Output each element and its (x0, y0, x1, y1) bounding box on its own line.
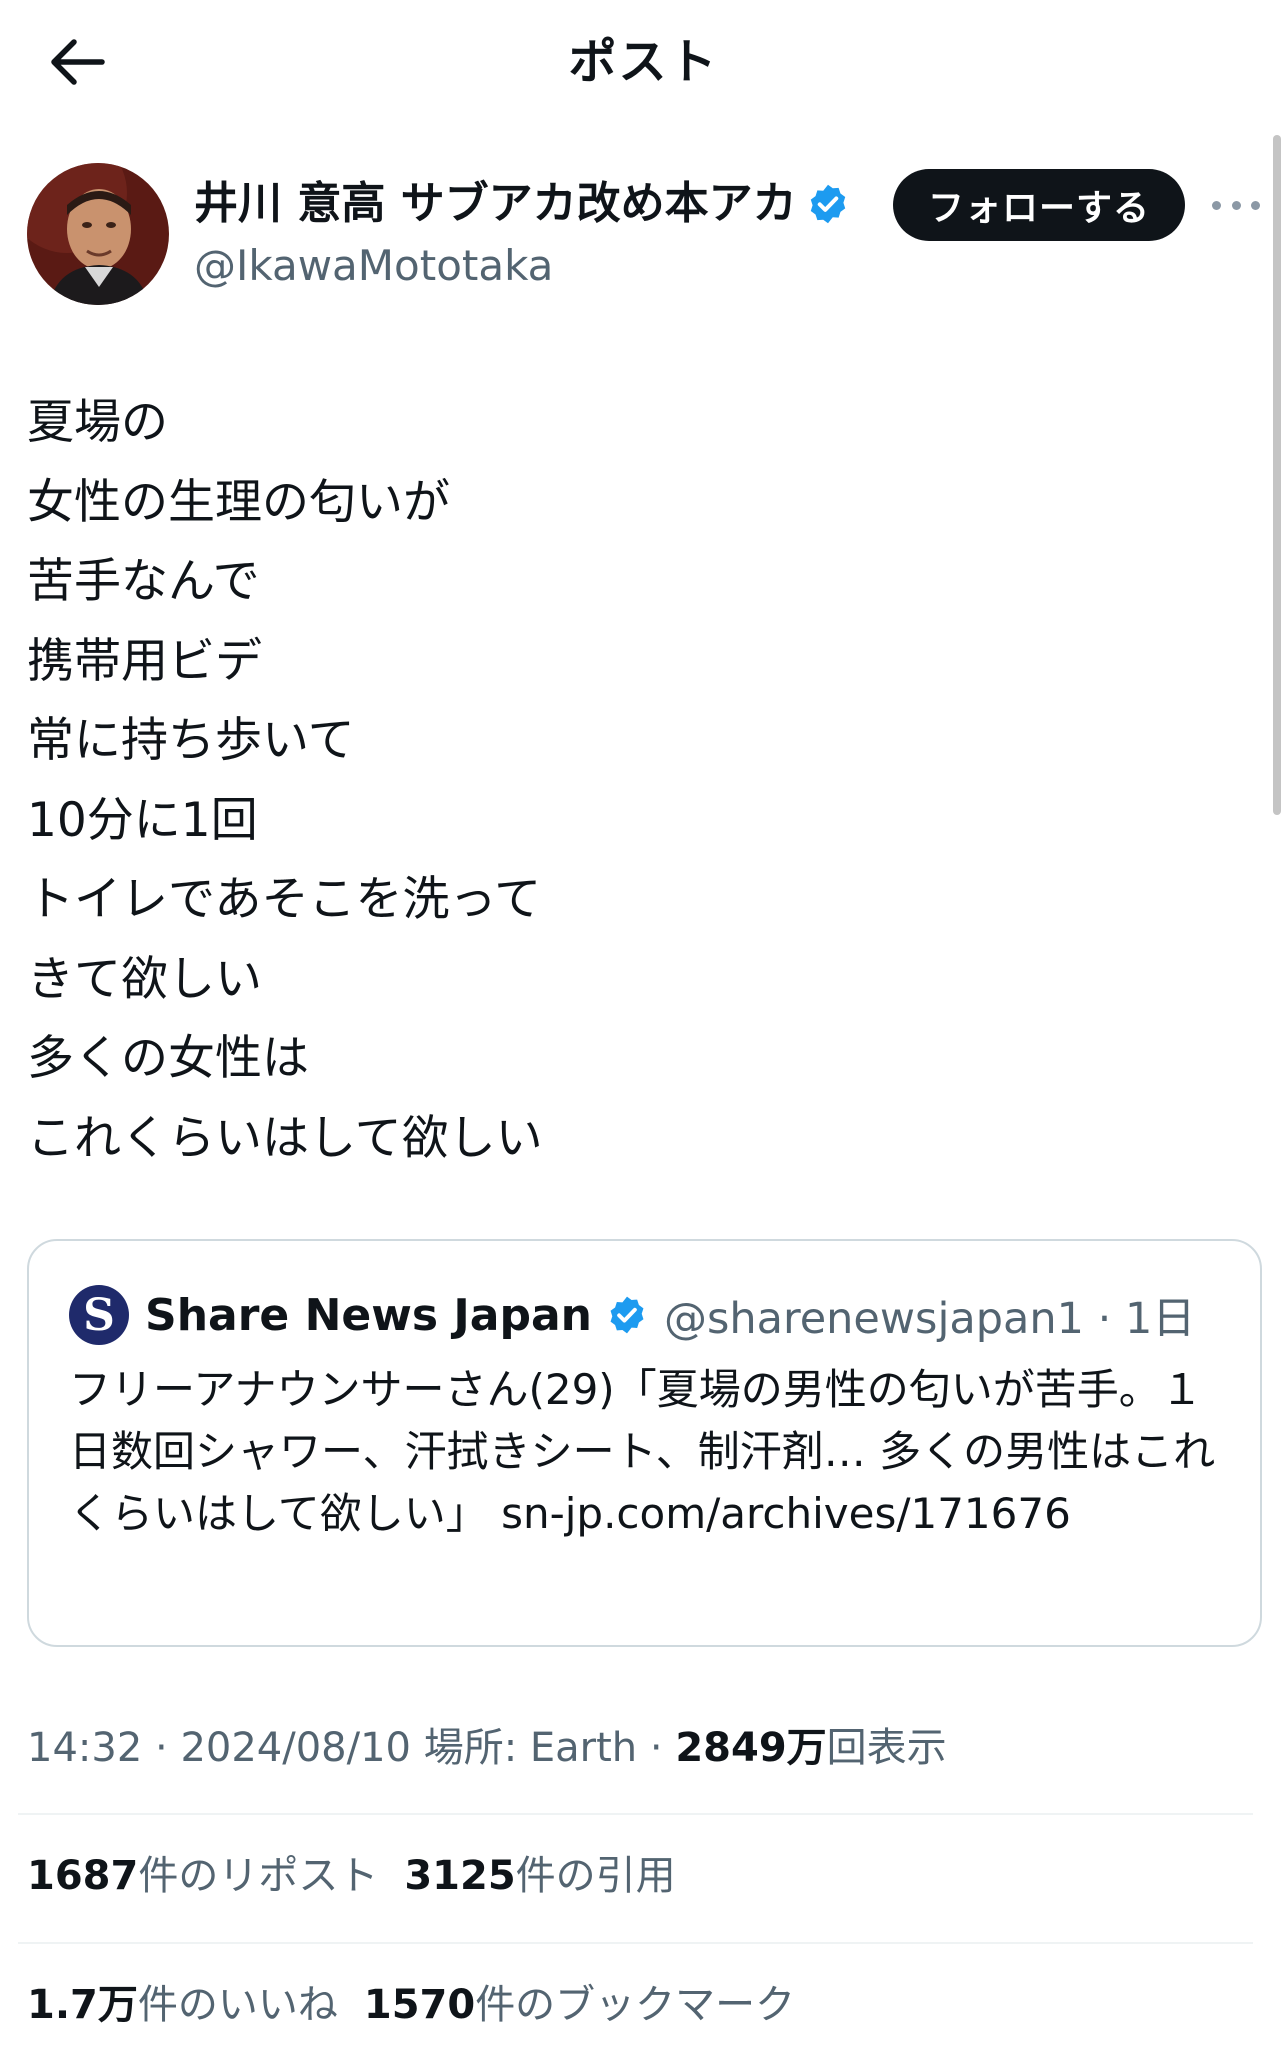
post-detail-page: ポスト 井川 意高 サブアカ改め本アカ @IkawaMototaka フォローす… (0, 0, 1287, 2071)
scrollbar-thumb[interactable] (1273, 135, 1281, 815)
post-text-line: 多くの女性は (27, 1031, 309, 1086)
divider (18, 1813, 1253, 1815)
post-text-line: 携帯用ビデ (27, 633, 262, 689)
post-text-line: 常に持ち歩いて (27, 713, 355, 768)
post-meta: 14:32 · 2024/08/10 場所: Earth · 2849万回表示 (27, 1718, 947, 1778)
quotes-count: 3125 (404, 1853, 516, 1899)
quoted-post-text: フリーアナウンサーさん(29)「夏場の男性の匂いが苦手。１日数回シャワー、汗拭き… (69, 1359, 1239, 1545)
views-label: 回表示 (826, 1725, 947, 1771)
post-text-line: これくらいはして欲しい (27, 1110, 543, 1166)
likes-stat[interactable]: 1.7万件のいいね (27, 1975, 338, 2035)
bookmarks-count: 1570 (363, 1982, 476, 2028)
post-text-line: 苦手なんで (27, 554, 260, 609)
likes-count: 1.7万 (27, 1982, 138, 2028)
meta-separator: · (155, 1725, 168, 1771)
author-handle[interactable]: @IkawaMototaka (194, 238, 553, 294)
author-name[interactable]: 井川 意高 サブアカ改め本アカ (194, 174, 797, 234)
quoted-post-link[interactable]: sn-jp.com/archives/171676 (501, 1489, 1071, 1538)
views-count: 2849万 (675, 1725, 827, 1771)
reposts-label: 件のリポスト (138, 1853, 379, 1899)
page-title: ポスト (568, 34, 719, 90)
reposts-count: 1687 (27, 1853, 139, 1899)
follow-button[interactable]: フォローする (893, 169, 1185, 241)
engagement-row-2: 1.7万件のいいね 1570件のブックマーク (27, 1975, 821, 2035)
quoted-account-logo: S (69, 1285, 129, 1345)
top-bar: ポスト (0, 0, 1287, 128)
post-location: 場所: Earth (423, 1725, 638, 1771)
quotes-label: 件の引用 (515, 1853, 676, 1899)
quoted-post-header: S Share News Japan @sharenewsjapan1 · 1日 (69, 1285, 1195, 1345)
meta-separator: · (649, 1725, 663, 1771)
post-time[interactable]: 14:32 (27, 1725, 142, 1771)
more-dot-icon (1251, 200, 1260, 210)
post-text-line: 夏場の (27, 395, 168, 450)
more-options-button[interactable] (1212, 188, 1260, 222)
likes-label: 件のいいね (137, 1982, 338, 2028)
post-text-line: トイレであそこを洗って (27, 872, 542, 927)
bookmarks-label: 件のブックマーク (475, 1982, 796, 2028)
reposts-stat[interactable]: 1687件のリポスト (27, 1846, 378, 1906)
more-dot-icon (1212, 200, 1221, 210)
more-dot-icon (1231, 200, 1241, 210)
avatar-image (27, 163, 169, 305)
quoted-account-name: Share News Japan (145, 1289, 592, 1341)
post-text: 夏場の 女性の生理の匂いが 苦手なんで 携帯用ビデ 常に持ち歩いて 10分に1回… (27, 383, 1247, 1178)
quoted-account-handle-time: @sharenewsjapan1 · 1日 (663, 1294, 1196, 1344)
divider (18, 1942, 1253, 1944)
engagement-row-1: 1687件のリポスト 3125件の引用 (27, 1846, 702, 1906)
verified-badge-icon (810, 184, 846, 224)
post-date[interactable]: 2024/08/10 (180, 1725, 411, 1771)
post-text-line: きて欲しい (27, 951, 262, 1007)
post-text-line: 女性の生理の匂いが (27, 474, 450, 530)
quoted-post-card[interactable]: S Share News Japan @sharenewsjapan1 · 1日… (27, 1239, 1262, 1647)
avatar[interactable] (27, 163, 169, 305)
bookmarks-stat[interactable]: 1570件のブックマーク (364, 1975, 795, 2035)
verified-badge-icon (610, 1296, 644, 1334)
quotes-stat[interactable]: 3125件の引用 (404, 1846, 675, 1906)
post-text-line: 10分に1回 (27, 792, 258, 848)
